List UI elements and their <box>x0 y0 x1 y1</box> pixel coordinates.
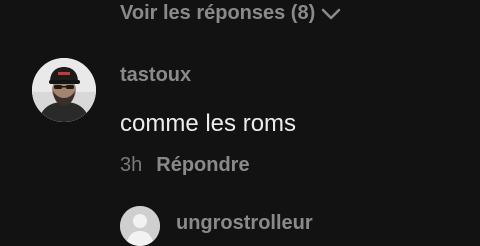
default-avatar-icon[interactable] <box>120 206 160 246</box>
avatar-photo <box>32 58 96 122</box>
view-replies-button[interactable]: Voir les réponses (8) <box>120 0 341 26</box>
comment-username[interactable]: tastoux <box>120 64 191 87</box>
comment-meta: 3h Répondre <box>120 154 250 177</box>
default-avatar-glyph <box>120 206 160 246</box>
view-replies-label: Voir les réponses (8) <box>120 1 316 24</box>
user-avatar[interactable] <box>32 58 96 122</box>
comment-text: comme les roms <box>120 110 297 137</box>
reply-item: ungrostrolleur <box>0 204 480 246</box>
chevron-down-icon <box>322 8 341 20</box>
comment-item: tastoux comme les roms 3h Répondre <box>0 58 480 188</box>
reply-button[interactable]: Répondre <box>156 154 249 177</box>
reply-username[interactable]: ungrostrolleur <box>176 212 313 235</box>
comment-timestamp: 3h <box>120 154 143 176</box>
